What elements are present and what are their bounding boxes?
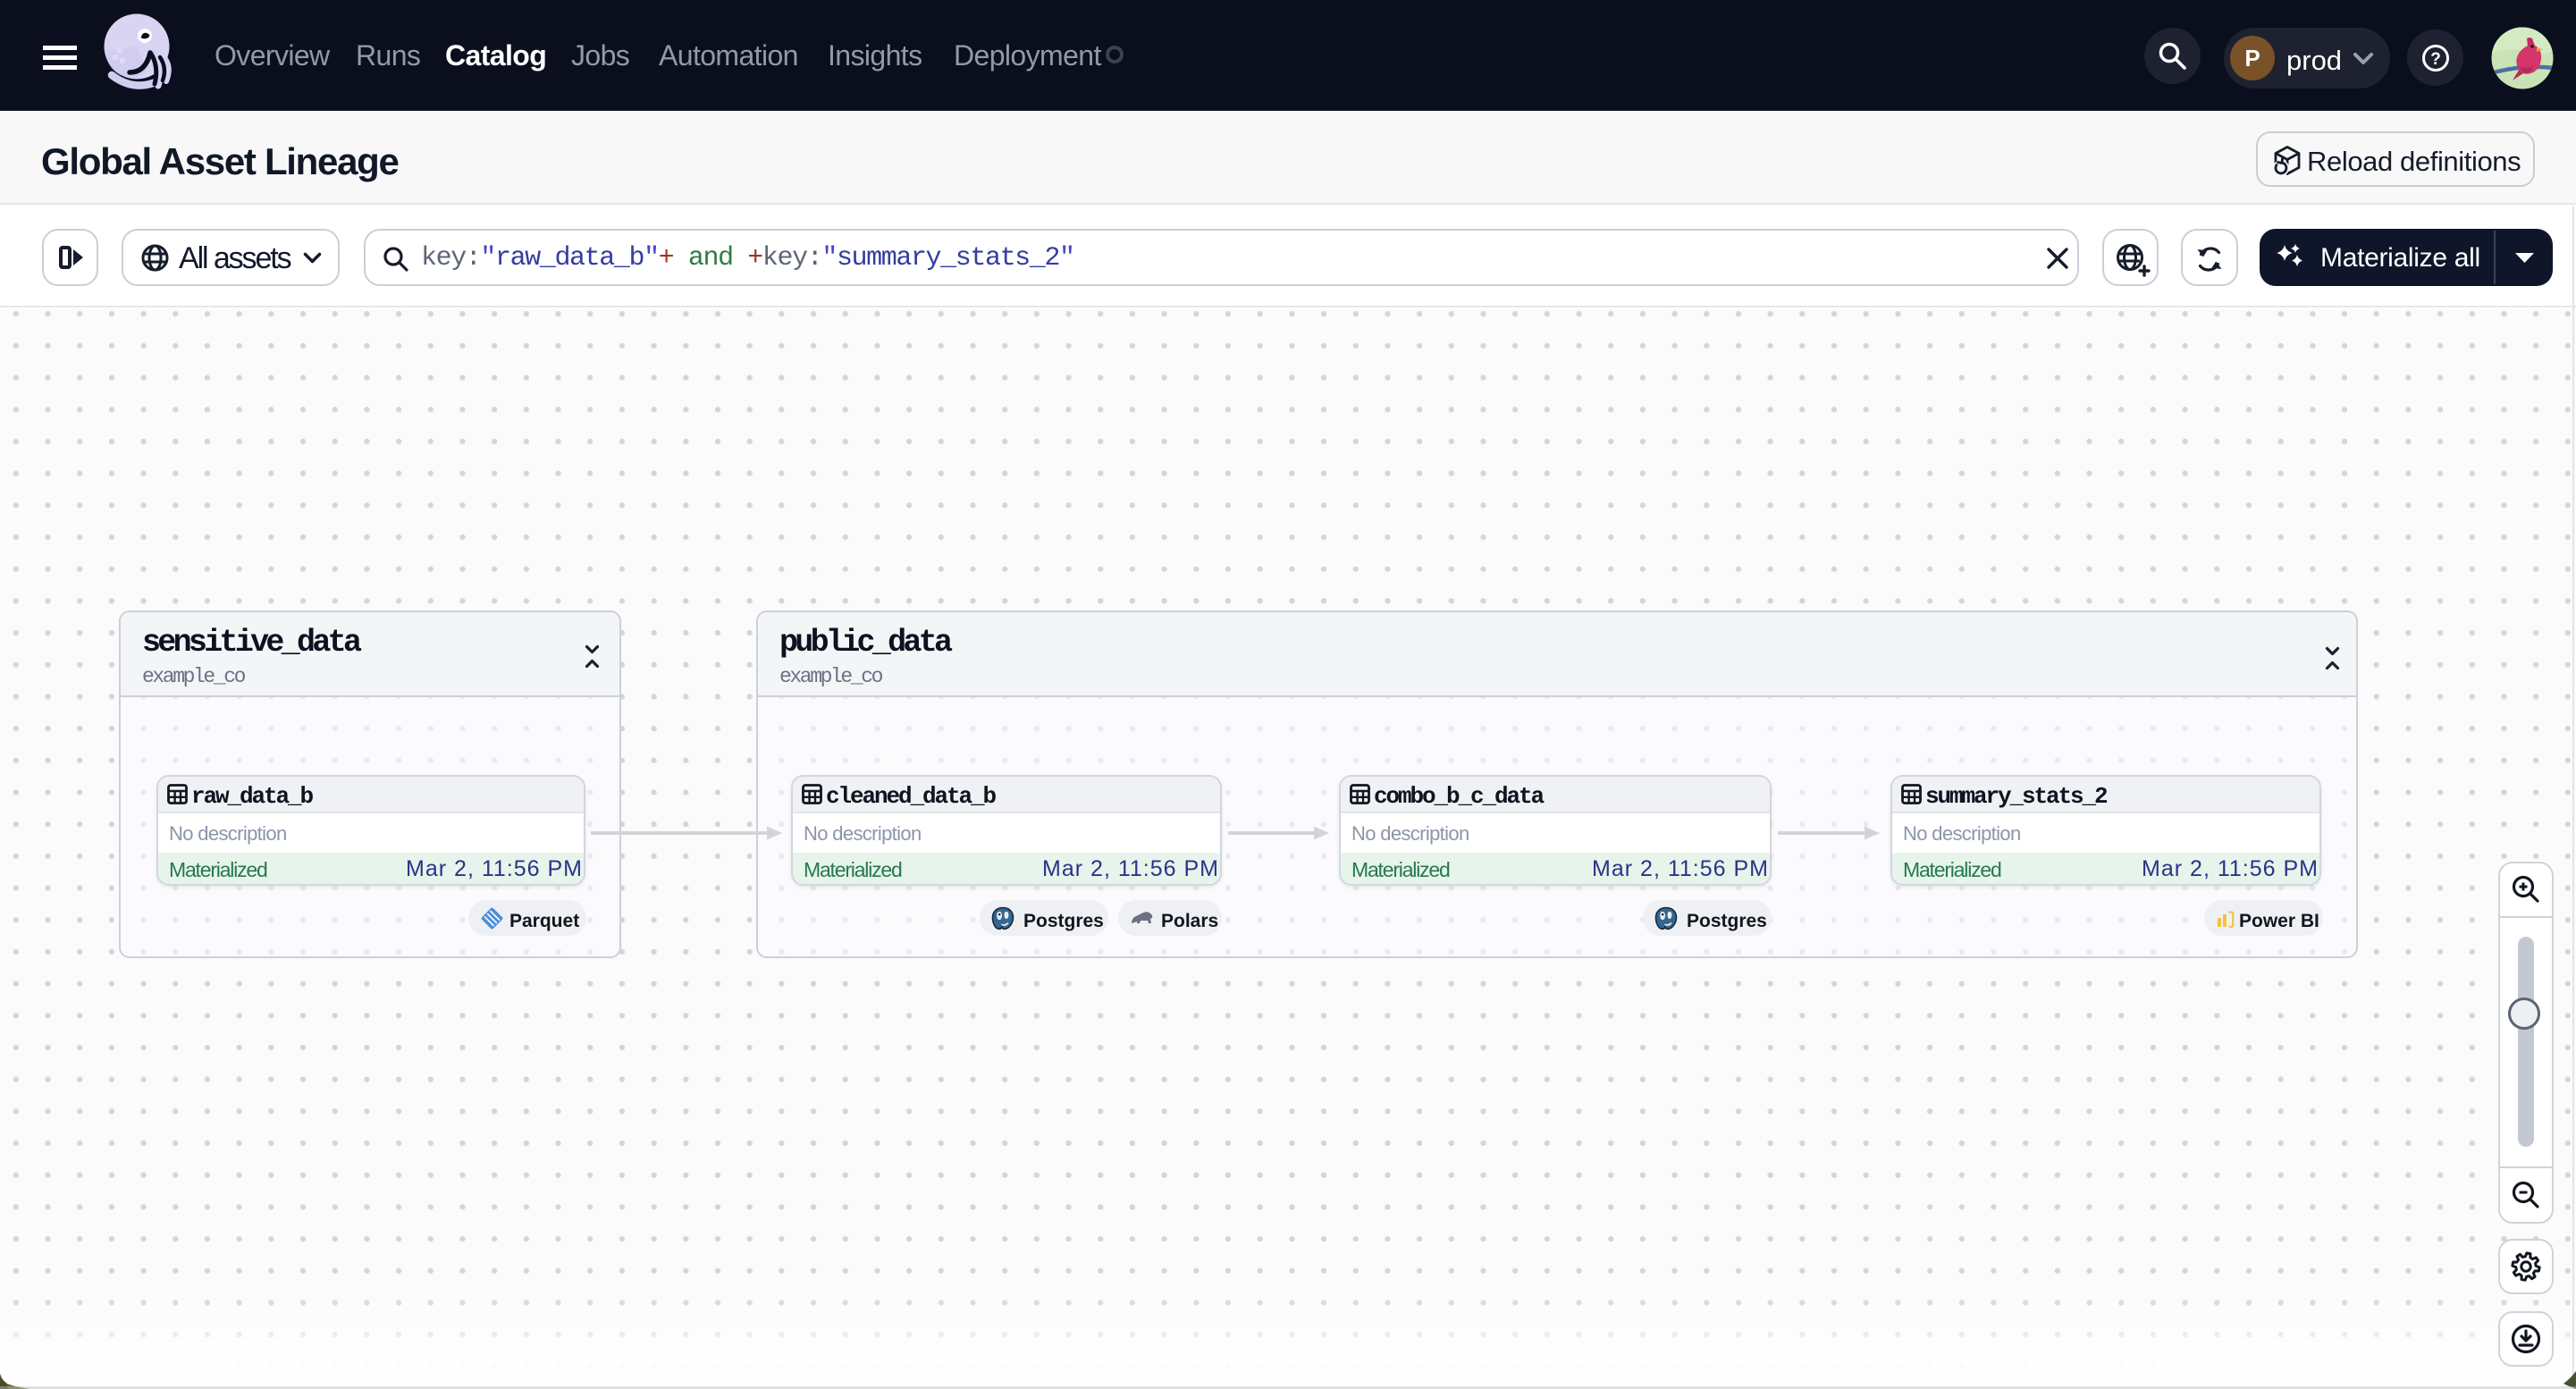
svg-text:?: ? — [2430, 50, 2441, 69]
